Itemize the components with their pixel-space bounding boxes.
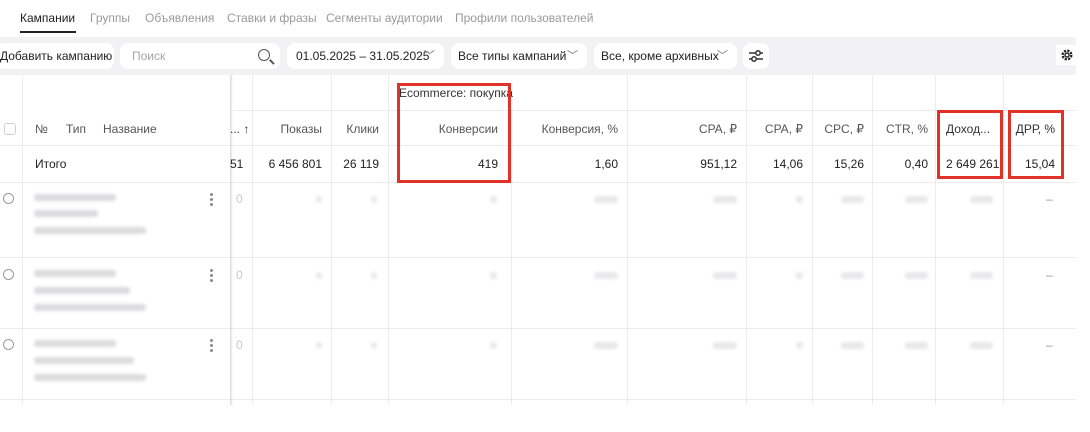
search-icon[interactable] bbox=[258, 49, 270, 61]
total-impressions: 6 456 801 bbox=[268, 157, 322, 171]
search-input[interactable]: Поиск bbox=[120, 43, 280, 69]
row-menu-icon[interactable] bbox=[210, 269, 213, 282]
row-drr-value: – bbox=[1046, 192, 1053, 206]
col-cpa-header[interactable]: CPA, ₽ bbox=[627, 122, 737, 136]
chevron-down-icon: ﹀ bbox=[424, 50, 435, 62]
total-clicks: 26 119 bbox=[343, 157, 379, 171]
row-drr-value: – bbox=[1046, 268, 1053, 282]
col-impressions-header[interactable]: Показы bbox=[252, 122, 322, 136]
row-menu-icon[interactable] bbox=[210, 339, 213, 352]
filter-sliders-icon bbox=[749, 50, 763, 62]
top-tabs: Кампании Группы Объявления Ставки и фраз… bbox=[0, 0, 1090, 34]
add-campaign-label: Добавить кампанию bbox=[0, 49, 113, 63]
tab-bids-phrases[interactable]: Ставки и фразы bbox=[227, 11, 317, 25]
tab-campaigns[interactable]: Кампании bbox=[20, 11, 75, 25]
archive-filter-value: Все, кроме архивных bbox=[601, 49, 719, 63]
tab-audience-segments[interactable]: Сегменты аудитории bbox=[326, 11, 443, 25]
filter-sliders-button[interactable] bbox=[743, 43, 769, 69]
date-range-picker[interactable]: 01.05.2025 – 31.05.2025 ﹀ bbox=[287, 43, 444, 69]
total-cpa: 951,12 bbox=[700, 157, 737, 171]
total-sorted-value: 51 bbox=[230, 157, 244, 171]
tab-groups[interactable]: Группы bbox=[90, 11, 130, 25]
revenue-highlight bbox=[937, 110, 1003, 179]
total-cpc: 15,26 bbox=[833, 157, 864, 171]
archive-filter-select[interactable]: Все, кроме архивных ﹀ bbox=[594, 43, 737, 69]
search-placeholder: Поиск bbox=[132, 49, 166, 63]
total-cpa-2: 14,06 bbox=[772, 157, 803, 171]
col-type-header[interactable]: Тип bbox=[66, 122, 86, 136]
campaign-type-value: Все типы кампаний bbox=[458, 49, 567, 63]
tab-user-profiles[interactable]: Профили пользователей bbox=[455, 11, 593, 25]
row-menu-icon[interactable] bbox=[210, 193, 213, 206]
row-sorted-value: 0 bbox=[236, 268, 243, 282]
col-clicks-header[interactable]: Клики bbox=[331, 122, 379, 136]
campaign-status-icon bbox=[3, 339, 14, 350]
col-cpa-2-header[interactable]: CPA, ₽ bbox=[746, 122, 803, 136]
col-sorted-header[interactable]: ... ↑ bbox=[230, 122, 249, 136]
add-campaign-button[interactable]: Добавить кампанию bbox=[0, 43, 114, 69]
total-label: Итого bbox=[35, 157, 67, 171]
drr-highlight bbox=[1008, 110, 1064, 179]
campaigns-table: Ecommerce: покупка № Тип Название ... ↑ … bbox=[0, 75, 1076, 405]
tab-ads[interactable]: Объявления bbox=[145, 11, 214, 25]
settings-button[interactable] bbox=[1056, 45, 1076, 65]
row-sorted-value: 0 bbox=[236, 192, 243, 206]
chevron-down-icon: ﹀ bbox=[717, 50, 728, 62]
active-tab-indicator bbox=[20, 31, 76, 33]
chevron-down-icon: ﹀ bbox=[567, 50, 578, 62]
col-name-header[interactable]: Название bbox=[103, 122, 157, 136]
campaign-status-icon bbox=[3, 269, 14, 280]
total-conversion-rate: 1,60 bbox=[594, 157, 618, 171]
campaign-status-icon bbox=[3, 193, 14, 204]
toolbar: Добавить кампанию Поиск 01.05.2025 – 31.… bbox=[0, 37, 1076, 75]
col-conversion-rate-header[interactable]: Конверсия, % bbox=[511, 122, 618, 136]
col-cpc-header[interactable]: CPC, ₽ bbox=[812, 122, 864, 136]
col-ctr-header[interactable]: CTR, % bbox=[872, 122, 928, 136]
row-sorted-value: 0 bbox=[236, 338, 243, 352]
row-drr-value: – bbox=[1046, 338, 1053, 352]
total-ctr: 0,40 bbox=[904, 157, 928, 171]
gear-icon bbox=[1061, 49, 1073, 61]
campaign-type-select[interactable]: Все типы кампаний ﹀ bbox=[451, 43, 587, 69]
col-number-header[interactable]: № bbox=[35, 122, 48, 136]
select-all-checkbox[interactable] bbox=[4, 123, 16, 135]
date-range-value: 01.05.2025 – 31.05.2025 bbox=[296, 49, 430, 63]
conversions-highlight bbox=[397, 83, 511, 183]
